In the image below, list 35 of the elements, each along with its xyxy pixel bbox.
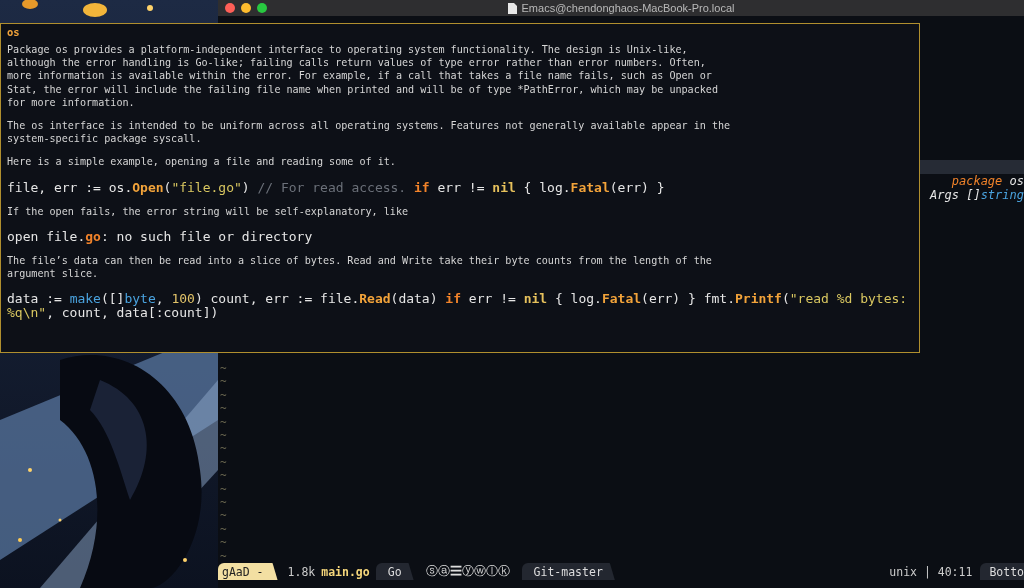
document-icon bbox=[507, 2, 517, 14]
empty-line-marker: ~ bbox=[219, 375, 227, 389]
empty-line-marker: ~ bbox=[219, 482, 227, 496]
code-line: Args []string bbox=[928, 188, 1024, 202]
doc-paragraph: If the open fails, the error string will be self-explanatory, like bbox=[7, 204, 409, 218]
doc-paragraph: The os interface is intended to be uniform across all operating systems. Features not generally available appear in the system-specific package syscall. bbox=[7, 119, 731, 146]
empty-line-marker: ~ bbox=[219, 495, 227, 510]
doc-paragraph: Here is a simple example, opening a file and reading some of it. bbox=[7, 155, 396, 169]
cursor-position: unix | 40:11 bbox=[889, 564, 974, 579]
code-example: open file.go: no such file or directory bbox=[7, 229, 314, 244]
minimize-button[interactable] bbox=[241, 3, 251, 13]
code-example: file, err := os.Open("file.go") // For read access. if err != nil { log.Fatal(err) } bbox=[7, 180, 666, 195]
window-title: Emacs@chendonghaos-MacBook-Pro.local bbox=[521, 2, 735, 14]
buffer-size: 1.8k bbox=[286, 564, 317, 579]
close-button[interactable] bbox=[225, 3, 235, 13]
doc-paragraph: The file’s data can then be read into a slice of bytes. Read and Write take their byte counts from the length of the argument slice. bbox=[7, 253, 712, 281]
buffer-name: main.go bbox=[321, 564, 371, 579]
empty-line-marker: ~ bbox=[219, 469, 227, 483]
code-example: data := make([]byte, 100) count, err := file.Read(data) if err != nil { log.Fatal(err) } fmt.Printf("read %d bytes: %q\n", count, data[:count]) bbox=[7, 292, 909, 321]
empty-line-marker: ~ bbox=[219, 415, 227, 429]
empty-line-marker: ~ bbox=[219, 549, 227, 563]
empty-line-marker: ~ bbox=[219, 536, 227, 550]
code-line: package os bbox=[950, 174, 1024, 188]
empty-line-marker: ~ bbox=[219, 361, 227, 376]
doc-paragraph: Package os provides a platform-independent interface to operating system functionality. The design is Unix-like, although the error handling is Go-like; failing calls return values of type error rather than error numbers. Often, more information is available within the error. For example, if a call that takes a file name fails, such as Open or Stat, the error will include the failing file name when printed and will be of type *PathError, which may be unpacked for more information. bbox=[7, 43, 718, 109]
maximize-button[interactable] bbox=[257, 3, 267, 13]
empty-line-marker: ~ bbox=[219, 402, 227, 416]
empty-line-marker: ~ bbox=[219, 388, 227, 403]
empty-line-marker: ~ bbox=[219, 455, 227, 470]
empty-line-marker: ~ bbox=[219, 428, 227, 443]
popup-title: os bbox=[7, 26, 20, 39]
empty-line-marker: ~ bbox=[219, 509, 227, 523]
empty-line-marker: ~ bbox=[219, 442, 227, 456]
empty-line-marker: ~ bbox=[219, 522, 227, 537]
minor-mode-indicators: ⓢⓐ☰ⓨⓦⓛⓚ bbox=[424, 564, 511, 579]
